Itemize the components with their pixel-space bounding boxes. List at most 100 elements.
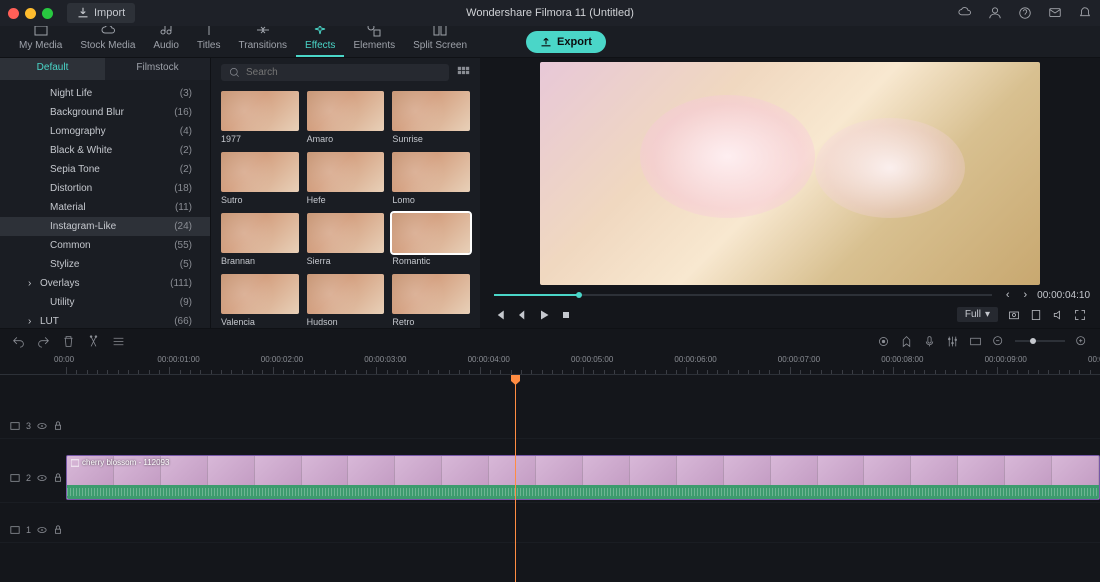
search-icon [229,67,240,78]
tab-my-media[interactable]: My Media [10,22,71,57]
stop-icon[interactable] [560,309,572,321]
marker-icon[interactable] [900,335,913,348]
media-icon [10,525,20,535]
sidebar-tab-default[interactable]: Default [0,58,105,80]
grid-view-icon[interactable] [457,66,470,79]
volume-icon[interactable] [1052,309,1064,321]
effect-brannan[interactable]: Brannan [221,213,299,266]
record-icon[interactable] [877,335,890,348]
undo-icon[interactable] [12,335,25,348]
timecode: 00:00:04:10 [1037,290,1090,301]
timeline: 00:0000:00:01:0000:00:02:0000:00:03:0000… [0,328,1100,582]
tab-elements[interactable]: Elements [344,22,404,57]
category-sidebar: Default Filmstock Night Life(3)Backgroun… [0,58,210,328]
effect-thumbnail [307,152,385,192]
effect-1977[interactable]: 1977 [221,91,299,144]
maximize-window[interactable] [42,8,53,19]
help-icon[interactable] [1018,6,1032,20]
time-ruler[interactable]: 00:0000:00:01:0000:00:02:0000:00:03:0000… [0,353,1100,375]
fullscreen-icon[interactable] [1074,309,1086,321]
category-lomography[interactable]: Lomography(4) [0,122,210,141]
mixer-icon[interactable] [946,335,959,348]
effect-amaro[interactable]: Amaro [307,91,385,144]
ruler-label: 00:00:05:00 [571,355,613,364]
category-background-blur[interactable]: Background Blur(16) [0,103,210,122]
category-distortion[interactable]: Distortion(18) [0,179,210,198]
ruler-label: 00:00:01:00 [157,355,199,364]
split-icon[interactable] [87,335,100,348]
effect-sierra[interactable]: Sierra [307,213,385,266]
track-1[interactable]: 1 [0,517,1100,543]
tab-stock-media[interactable]: Stock Media [71,22,144,57]
menu-icon[interactable] [112,335,125,348]
tab-transitions[interactable]: Transitions [230,22,297,57]
close-window[interactable] [8,8,19,19]
quality-select[interactable]: Full ▾ [957,307,998,322]
step-back-icon[interactable] [516,309,528,321]
track-3[interactable]: 3 [0,413,1100,439]
effect-thumbnail [221,274,299,314]
minimize-window[interactable] [25,8,36,19]
eye-icon[interactable] [37,525,47,535]
effect-lomo[interactable]: Lomo [392,152,470,205]
window-title: Wondershare Filmora 11 (Untitled) [466,7,634,19]
import-button[interactable]: Import [67,3,135,23]
prev-frame-icon[interactable] [494,309,506,321]
video-clip[interactable]: cherry blossom - 112093 [66,455,1100,500]
search-box[interactable] [221,64,449,81]
notification-icon[interactable] [1078,6,1092,20]
tab-split-screen[interactable]: Split Screen [404,22,476,57]
next-marker-icon[interactable]: › [1020,289,1032,301]
zoom-in-icon[interactable] [1075,335,1088,348]
effect-hefe[interactable]: Hefe [307,152,385,205]
effect-thumbnail [307,213,385,253]
tab-effects[interactable]: Effects [296,22,344,57]
tab-titles[interactable]: Titles [188,22,230,57]
eye-icon[interactable] [37,421,47,431]
category-black---white[interactable]: Black & White(2) [0,141,210,160]
tab-audio[interactable]: Audio [144,22,188,57]
redo-icon[interactable] [37,335,50,348]
preview-video[interactable] [540,62,1040,285]
lock-icon[interactable] [53,473,63,483]
category-instagram-like[interactable]: Instagram-Like(24) [0,217,210,236]
category-lut[interactable]: ›LUT(66) [0,312,210,328]
effect-romantic[interactable]: Romantic [392,213,470,266]
effect-sunrise[interactable]: Sunrise [392,91,470,144]
category-night-life[interactable]: Night Life(3) [0,84,210,103]
effect-valencia[interactable]: Valencia [221,274,299,327]
ruler-label: 00:00:08:00 [881,355,923,364]
category-common[interactable]: Common(55) [0,236,210,255]
play-icon[interactable] [538,309,550,321]
ruler-label: 00:00:04:00 [468,355,510,364]
eye-icon[interactable] [37,473,47,483]
category-material[interactable]: Material(11) [0,198,210,217]
message-icon[interactable] [1048,6,1062,20]
track-label: 3 [26,421,31,431]
track-2[interactable]: 2 cherry blossom - 112093 [0,453,1100,503]
zoom-out-icon[interactable] [992,335,1005,348]
preview-progress[interactable] [494,292,992,298]
cloud-icon[interactable] [958,6,972,20]
titlebar: Import Wondershare Filmora 11 (Untitled) [0,0,1100,26]
lock-icon[interactable] [53,525,63,535]
category-overlays[interactable]: ›Overlays(111) [0,274,210,293]
sidebar-tab-filmstock[interactable]: Filmstock [105,58,210,80]
delete-icon[interactable] [62,335,75,348]
prev-marker-icon[interactable]: ‹ [1002,289,1014,301]
category-sepia-tone[interactable]: Sepia Tone(2) [0,160,210,179]
export-button[interactable]: Export [526,31,606,53]
account-icon[interactable] [988,6,1002,20]
settings-icon[interactable] [969,335,982,348]
search-input[interactable] [246,67,441,78]
snapshot-icon[interactable] [1008,309,1020,321]
zoom-slider[interactable] [1015,340,1065,342]
voiceover-icon[interactable] [923,335,936,348]
effect-hudson[interactable]: Hudson [307,274,385,327]
category-stylize[interactable]: Stylize(5) [0,255,210,274]
effect-retro[interactable]: Retro [392,274,470,327]
category-utility[interactable]: Utility(9) [0,293,210,312]
lock-icon[interactable] [53,421,63,431]
effect-sutro[interactable]: Sutro [221,152,299,205]
mark-in-icon[interactable] [1030,309,1042,321]
